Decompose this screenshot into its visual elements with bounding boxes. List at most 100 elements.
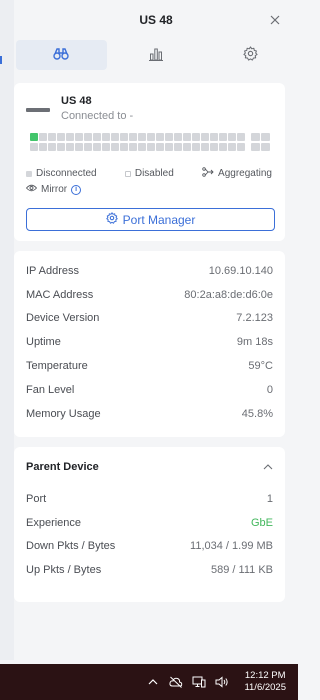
- parent-row-experience: Experience GbE: [26, 511, 273, 535]
- disabled-swatch: [124, 170, 131, 177]
- port-16[interactable]: [93, 143, 101, 151]
- parent-device-header[interactable]: Parent Device: [26, 447, 273, 487]
- system-clock[interactable]: 12:12 PM 11/6/2025: [244, 670, 286, 694]
- port-31[interactable]: [165, 133, 173, 141]
- tab-overview[interactable]: [16, 40, 107, 70]
- port-34[interactable]: [174, 143, 182, 151]
- port-legend: Disconnected Disabled Aggregating: [26, 167, 272, 180]
- port-map: [30, 133, 270, 153]
- info-value: 59°C: [248, 360, 273, 373]
- legend-disabled-label: Disabled: [134, 168, 174, 179]
- port-44[interactable]: [219, 143, 227, 151]
- info-icon[interactable]: i: [71, 184, 82, 195]
- port-manager-label: Port Manager: [122, 212, 196, 227]
- legend-mirror: Mirror i: [25, 184, 82, 195]
- info-row-uptime: Uptime 9m 18s: [26, 330, 273, 354]
- port-grid: [30, 133, 245, 151]
- network-icon[interactable]: [192, 675, 206, 689]
- port-30[interactable]: [156, 143, 164, 151]
- port-40[interactable]: [201, 143, 209, 151]
- port-41[interactable]: [210, 133, 218, 141]
- port-3[interactable]: [39, 133, 47, 141]
- port-38[interactable]: [192, 143, 200, 151]
- port-6[interactable]: [48, 143, 56, 151]
- sfp-port-2[interactable]: [261, 133, 270, 141]
- port-1[interactable]: [30, 133, 38, 141]
- device-status: Connected to -: [61, 110, 134, 122]
- port-5[interactable]: [48, 133, 56, 141]
- info-row-mac: MAC Address 80:2a:a8:de:d6:0e: [26, 283, 273, 307]
- info-value: 0: [266, 383, 273, 396]
- port-14[interactable]: [84, 143, 92, 151]
- port-22[interactable]: [120, 143, 128, 151]
- port-35[interactable]: [183, 133, 191, 141]
- port-17[interactable]: [102, 133, 110, 141]
- port-13[interactable]: [84, 133, 92, 141]
- close-icon[interactable]: [268, 13, 282, 27]
- port-29[interactable]: [156, 133, 164, 141]
- port-45[interactable]: [228, 133, 236, 141]
- port-36[interactable]: [183, 143, 191, 151]
- port-28[interactable]: [147, 143, 155, 151]
- port-23[interactable]: [129, 133, 137, 141]
- parent-device-card: Parent Device Port 1 Experience GbE Down P…: [14, 447, 285, 602]
- port-33[interactable]: [174, 133, 182, 141]
- info-value: 80:2a:a8:de:d6:0e: [184, 288, 273, 301]
- port-43[interactable]: [219, 133, 227, 141]
- panel-header: US 48: [14, 0, 298, 40]
- port-39[interactable]: [201, 133, 209, 141]
- port-11[interactable]: [75, 133, 83, 141]
- port-2[interactable]: [30, 143, 38, 151]
- port-7[interactable]: [57, 133, 65, 141]
- tab-settings[interactable]: [205, 40, 296, 70]
- legend-disconnected: Disconnected: [26, 168, 97, 179]
- info-value: 10.69.10.140: [208, 264, 273, 277]
- port-15[interactable]: [93, 133, 101, 141]
- info-value: 9m 18s: [236, 336, 273, 349]
- port-19[interactable]: [111, 133, 119, 141]
- sfp-port-4[interactable]: [261, 143, 270, 151]
- cloud-offline-icon[interactable]: [169, 675, 183, 689]
- port-20[interactable]: [111, 143, 119, 151]
- port-25[interactable]: [138, 133, 146, 141]
- port-24[interactable]: [129, 143, 137, 151]
- sfp-port-1[interactable]: [251, 133, 260, 141]
- info-key: Uptime: [26, 336, 61, 349]
- device-card: US 48 Connected to - Disconnected Disabl…: [14, 83, 285, 241]
- port-37[interactable]: [192, 133, 200, 141]
- eye-icon: [25, 184, 38, 195]
- port-manager-button[interactable]: Port Manager: [26, 208, 275, 231]
- port-21[interactable]: [120, 133, 128, 141]
- tab-statistics[interactable]: [111, 40, 202, 70]
- parent-value: 1: [266, 492, 273, 505]
- parent-row-up: Up Pkts / Bytes 589 / 111 KB: [26, 558, 273, 582]
- legend-disabled: Disabled: [124, 168, 174, 179]
- info-value: 45.8%: [241, 407, 273, 420]
- port-9[interactable]: [66, 133, 74, 141]
- info-key: Temperature: [26, 360, 88, 373]
- chevron-up-icon[interactable]: [146, 675, 160, 689]
- disconnected-swatch: [26, 170, 32, 177]
- port-10[interactable]: [66, 143, 74, 151]
- bar-chart-icon: [149, 47, 163, 64]
- info-key: Fan Level: [26, 383, 75, 396]
- parent-key: Up Pkts / Bytes: [26, 564, 102, 577]
- aggregate-icon: [202, 167, 214, 180]
- parent-row-down: Down Pkts / Bytes 11,034 / 1.99 MB: [26, 535, 273, 559]
- port-12[interactable]: [75, 143, 83, 151]
- sfp-port-3[interactable]: [251, 143, 260, 151]
- port-46[interactable]: [228, 143, 236, 151]
- port-48[interactable]: [237, 143, 245, 151]
- port-4[interactable]: [39, 143, 47, 151]
- legend-aggregating: Aggregating: [202, 167, 272, 180]
- port-42[interactable]: [210, 143, 218, 151]
- port-8[interactable]: [57, 143, 65, 151]
- port-47[interactable]: [237, 133, 245, 141]
- port-27[interactable]: [147, 133, 155, 141]
- port-32[interactable]: [165, 143, 173, 151]
- parent-key: Experience: [26, 516, 82, 529]
- chevron-up-icon[interactable]: [263, 461, 273, 473]
- port-26[interactable]: [138, 143, 146, 151]
- port-18[interactable]: [102, 143, 110, 151]
- speaker-icon[interactable]: [215, 675, 229, 689]
